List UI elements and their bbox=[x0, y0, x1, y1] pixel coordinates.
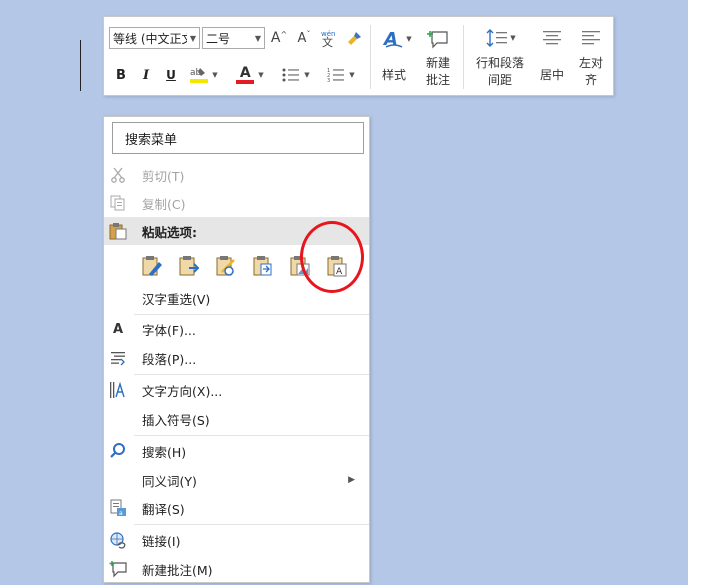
context-menu: 搜索菜单 剪切(T) 复制(C) 粘贴选项: A 汉字重选(V) A 字体(F)… bbox=[103, 116, 370, 583]
menu-separator bbox=[134, 524, 369, 525]
picture-icon[interactable] bbox=[214, 254, 238, 278]
underline-button[interactable]: U bbox=[162, 65, 180, 85]
text-cursor bbox=[80, 40, 81, 91]
menu-item-label: 汉字重选(V) bbox=[142, 291, 211, 307]
new-comment-label-line2: 批注 bbox=[425, 73, 450, 87]
shrink-font-icon[interactable]: Aˇ bbox=[294, 27, 314, 49]
svg-text:文: 文 bbox=[322, 35, 333, 48]
bullets-button[interactable]: ▼ bbox=[278, 64, 314, 86]
format-painter-icon[interactable] bbox=[344, 27, 366, 49]
keep-source-formatting-icon[interactable] bbox=[140, 254, 164, 278]
svg-text:A: A bbox=[382, 29, 398, 50]
menu-item-insert-symbol[interactable]: 插入符号(S) bbox=[104, 405, 369, 433]
styles-label[interactable]: 样式 bbox=[376, 67, 412, 84]
translate-icon: a bbox=[109, 499, 127, 517]
italic-button[interactable]: I bbox=[137, 65, 155, 85]
bold-button[interactable]: B bbox=[112, 65, 130, 85]
chevron-down-icon[interactable]: ▼ bbox=[252, 34, 264, 43]
paragraph-icon bbox=[109, 349, 127, 367]
grow-font-icon[interactable]: A ^ bbox=[269, 27, 289, 49]
search-menu-label: 搜索菜单 bbox=[125, 132, 178, 148]
new-comment-icon bbox=[109, 560, 127, 578]
menu-item-search[interactable]: 搜索(H) bbox=[104, 437, 369, 465]
menu-item-paragraph[interactable]: 段落(P)... bbox=[104, 344, 369, 372]
submenu-arrow-icon: ▶ bbox=[348, 475, 355, 485]
menu-item-label: 文字方向(X)... bbox=[142, 383, 223, 399]
menu-item-label: 搜索(H) bbox=[142, 444, 187, 460]
toolbar-divider bbox=[463, 25, 464, 89]
menu-item-label: 同义词(Y) bbox=[142, 473, 197, 489]
menu-item-text-direction[interactable]: 文字方向(X)... bbox=[104, 376, 369, 404]
numbering-button[interactable]: 123 ▼ bbox=[323, 64, 359, 86]
new-comment-label-line1: 新建 bbox=[425, 56, 450, 70]
menu-item-label: 新建批注(M) bbox=[142, 562, 213, 578]
highlight-circle bbox=[300, 221, 364, 293]
line-spacing-label-line2: 间距 bbox=[487, 73, 512, 87]
menu-item-label: 段落(P)... bbox=[142, 351, 197, 367]
line-spacing-label-line1: 行和段落 bbox=[475, 56, 524, 70]
grow-font-letter: A bbox=[270, 30, 281, 46]
font-size-combo[interactable]: 二号 ▼ bbox=[202, 27, 265, 49]
search-menu-input[interactable]: 搜索菜单 bbox=[112, 122, 364, 154]
link-icon bbox=[109, 531, 127, 549]
menu-separator bbox=[134, 435, 369, 436]
font-color-letter: A bbox=[239, 65, 251, 81]
merge-formatting-icon[interactable] bbox=[177, 254, 201, 278]
styles-icon[interactable]: A ▼ bbox=[379, 25, 415, 53]
align-center-icon[interactable] bbox=[540, 27, 564, 49]
menu-item-synonyms[interactable]: 同义词(Y) ▶ bbox=[104, 466, 369, 494]
shrink-font-letter: A bbox=[297, 30, 307, 46]
new-comment-label[interactable]: 新建 批注 bbox=[420, 55, 456, 89]
menu-item-label: 粘贴选项: bbox=[142, 224, 197, 240]
align-left-label[interactable]: 左对 齐 bbox=[574, 55, 608, 89]
menu-item-label: 字体(F)... bbox=[142, 322, 196, 338]
font-color-button[interactable]: A ▼ bbox=[234, 63, 266, 87]
menu-item-link[interactable]: 链接(I) bbox=[104, 526, 369, 554]
phonetic-guide-icon[interactable]: wén 文 bbox=[317, 26, 339, 50]
line-spacing-icon[interactable]: ▼ bbox=[481, 26, 521, 50]
font-icon: A bbox=[109, 320, 127, 338]
copy-icon bbox=[109, 194, 127, 212]
menu-item-label: 剪切(T) bbox=[142, 168, 185, 184]
menu-item-label: 翻译(S) bbox=[142, 501, 185, 517]
align-left-label-line1: 左对 bbox=[578, 56, 603, 70]
font-icon-letter: A bbox=[112, 321, 124, 337]
align-left-label-line2: 齐 bbox=[584, 73, 597, 87]
menu-item-cut[interactable]: 剪切(T) bbox=[104, 161, 369, 189]
font-size-value: 二号 bbox=[206, 31, 231, 46]
menu-item-translate[interactable]: a 翻译(S) bbox=[104, 494, 369, 522]
menu-separator bbox=[134, 374, 369, 375]
line-spacing-label[interactable]: 行和段落 间距 bbox=[470, 55, 530, 89]
new-comment-icon[interactable] bbox=[425, 26, 451, 52]
svg-text:a: a bbox=[119, 510, 123, 517]
chevron-down-icon[interactable]: ▼ bbox=[187, 34, 199, 43]
menu-item-new-comment[interactable]: 新建批注(M) bbox=[104, 555, 369, 583]
menu-item-font[interactable]: A 字体(F)... bbox=[104, 315, 369, 343]
menu-item-label: 复制(C) bbox=[142, 196, 186, 212]
menu-item-label: 插入符号(S) bbox=[142, 412, 210, 428]
mini-toolbar: 等线 (中文正文) ▼ 二号 ▼ A^ Aˇ wén文 B I U ab ▼ A… bbox=[103, 16, 614, 96]
align-left-icon[interactable] bbox=[579, 27, 603, 49]
font-family-value: 等线 (中文正文) bbox=[113, 31, 187, 46]
clipboard-icon bbox=[109, 222, 127, 240]
highlight-color-button[interactable]: ab ▼ bbox=[188, 63, 218, 87]
search-icon bbox=[109, 442, 127, 460]
use-destination-styles-icon[interactable] bbox=[251, 254, 275, 278]
menu-item-label: 链接(I) bbox=[142, 533, 181, 549]
svg-text:3: 3 bbox=[327, 78, 330, 83]
scissors-icon bbox=[109, 166, 127, 184]
menu-item-copy[interactable]: 复制(C) bbox=[104, 189, 369, 217]
text-direction-icon bbox=[109, 381, 127, 399]
align-center-label[interactable]: 居中 bbox=[534, 67, 570, 84]
font-family-combo[interactable]: 等线 (中文正文) ▼ bbox=[109, 27, 200, 49]
toolbar-divider bbox=[370, 25, 371, 89]
